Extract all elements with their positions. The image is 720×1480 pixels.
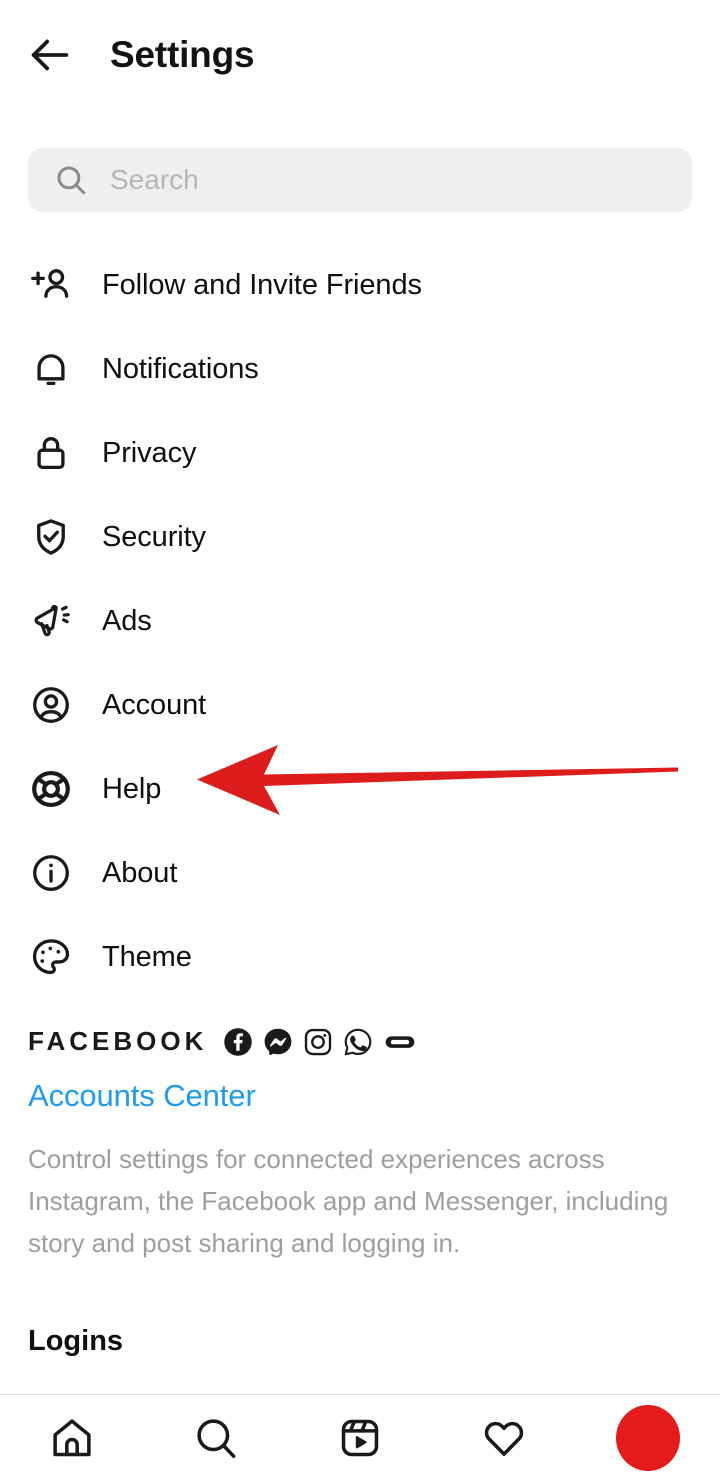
heart-icon — [484, 1421, 524, 1456]
home-icon — [53, 1418, 91, 1456]
menu-item-label: Follow and Invite Friends — [102, 268, 422, 301]
search-placeholder: Search — [110, 164, 199, 195]
nav-item-reels[interactable] — [288, 1395, 432, 1480]
search-icon — [57, 166, 86, 195]
menu-item-theme[interactable]: Theme — [0, 915, 720, 999]
back-button[interactable] — [12, 17, 88, 93]
reels-icon — [341, 1419, 379, 1456]
accounts-center-description: Control settings for connected experienc… — [28, 1144, 669, 1258]
search-input[interactable]: Search — [28, 148, 692, 212]
nav-item-activity[interactable] — [432, 1395, 576, 1480]
facebook-brand-row: FACEBOOK — [28, 1026, 417, 1057]
menu-item-label: Theme — [102, 940, 192, 973]
page-title: Settings — [110, 34, 255, 75]
oculus-icon — [383, 1027, 417, 1057]
facebook-icon — [223, 1027, 253, 1057]
menu-item-label: Account — [102, 688, 207, 721]
info-circle-icon — [28, 850, 74, 896]
menu-item-label: Help — [102, 772, 162, 805]
lifebuoy-icon — [28, 766, 74, 812]
menu-item-label: Ads — [102, 604, 152, 637]
profile-avatar — [616, 1404, 680, 1471]
menu-item-label: Privacy — [102, 436, 197, 469]
menu-item-label: About — [102, 856, 178, 889]
facebook-wordmark: FACEBOOK — [28, 1026, 208, 1056]
menu-item-ads[interactable]: Ads — [0, 579, 720, 663]
menu-item-account[interactable]: Account — [0, 663, 720, 747]
menu-item-security[interactable]: Security — [0, 495, 720, 579]
search-bar[interactable]: Search — [28, 148, 692, 212]
header-bar: Settings — [0, 0, 720, 110]
menu-item-follow-and-invite-friends[interactable]: Follow and Invite Friends — [0, 243, 720, 327]
facebook-app-icons — [223, 1027, 417, 1057]
whatsapp-icon — [343, 1027, 373, 1057]
shield-check-icon — [28, 514, 74, 560]
nav-item-home[interactable] — [0, 1395, 144, 1480]
bottom-navigation-bar — [0, 1394, 720, 1480]
menu-item-privacy[interactable]: Privacy — [0, 411, 720, 495]
settings-menu: Follow and Invite Friends Notifications … — [0, 243, 720, 999]
person-add-icon — [28, 262, 74, 308]
nav-item-search[interactable] — [144, 1395, 288, 1480]
instagram-icon — [303, 1027, 333, 1057]
menu-item-help[interactable]: Help — [0, 747, 720, 831]
menu-item-label: Notifications — [102, 352, 259, 385]
messenger-icon — [263, 1027, 293, 1057]
arrow-left-icon — [31, 39, 69, 71]
menu-item-notifications[interactable]: Notifications — [0, 327, 720, 411]
accounts-center-link[interactable]: Accounts Center — [28, 1078, 256, 1114]
bell-icon — [28, 346, 74, 392]
palette-icon — [28, 934, 74, 980]
search-icon — [197, 1418, 236, 1458]
person-circle-icon — [28, 682, 74, 728]
logins-heading: Logins — [28, 1325, 124, 1357]
megaphone-icon — [28, 598, 74, 644]
lock-icon — [28, 430, 74, 476]
nav-item-profile[interactable] — [576, 1395, 720, 1480]
settings-screen: Settings Search Follow and Invite Friend… — [0, 0, 720, 1480]
menu-item-label: Security — [102, 520, 206, 553]
menu-item-about[interactable]: About — [0, 831, 720, 915]
